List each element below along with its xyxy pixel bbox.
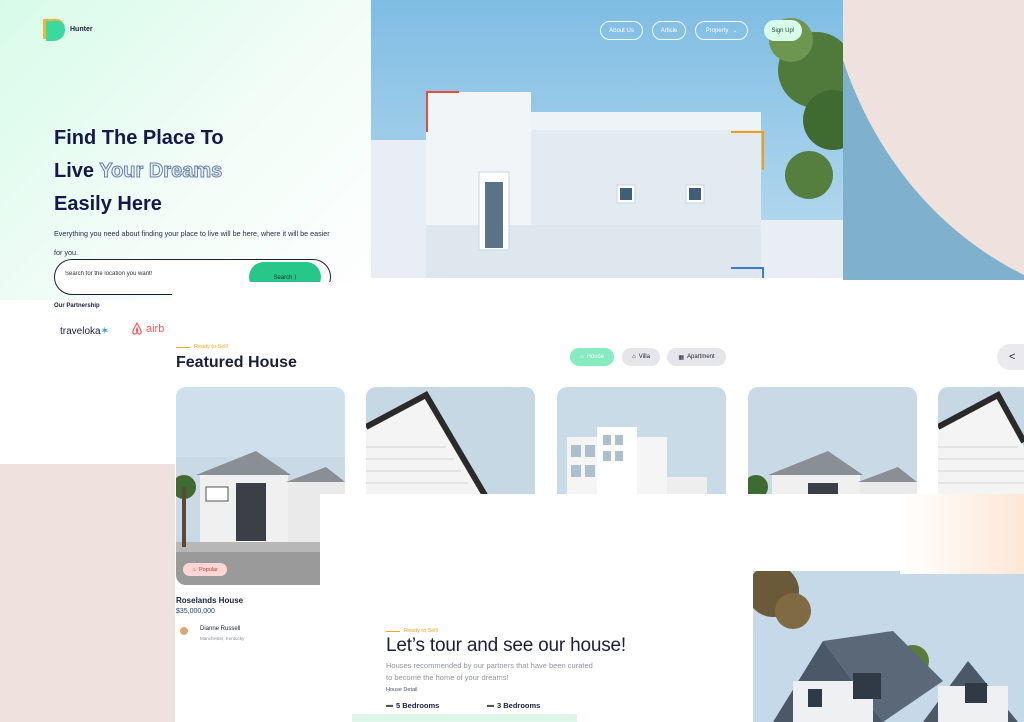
hero-title-line2: Live Your Dreams	[54, 155, 224, 188]
house-icon: ⌂	[580, 354, 584, 360]
hero-description: Everything you need about finding your p…	[54, 229, 330, 257]
tour-description: Houses recommended by our partners that …	[386, 661, 593, 682]
signup-button[interactable]: Sign Up!	[764, 20, 802, 41]
bedrooms-detail: ▬ 5 Bedrooms	[386, 701, 439, 710]
star-icon: ✶	[100, 326, 109, 337]
agent-location: Manchester, Kentucky	[200, 636, 245, 641]
tab-villa-label: Villa	[638, 354, 650, 360]
decor-blue-arc	[843, 60, 1024, 280]
tab-house-label: House	[586, 354, 604, 360]
nav-about-us[interactable]: About Us	[600, 21, 643, 40]
fire-icon: ♨	[192, 566, 197, 573]
featured-title: Featured House	[176, 354, 297, 371]
bed-icon: ▬	[487, 702, 494, 709]
partner-airbnb-label: airb	[146, 323, 165, 335]
house-card-image[interactable]	[938, 387, 1024, 497]
house-card-name[interactable]: Roselands House	[176, 596, 243, 605]
nav-about-us-label: About Us	[609, 27, 634, 34]
agent-avatar	[180, 627, 188, 635]
brand-name[interactable]: Hunter	[70, 26, 93, 33]
chevron-down-icon: ⌄	[732, 28, 738, 34]
partner-traveloka-label: traveloka	[60, 326, 101, 337]
house-card-price: $35,000,000	[176, 608, 215, 615]
nav-property[interactable]: Property ⌄	[695, 21, 748, 40]
decor-peach-gradient	[900, 494, 1024, 574]
bed-icon: ▬	[386, 702, 393, 709]
featured-eyebrow: Ready to Sell!	[176, 344, 228, 350]
partner-traveloka-logo: traveloka✶	[60, 326, 109, 337]
popular-badge: ♨ Popular	[183, 563, 227, 576]
airbnb-icon	[132, 322, 142, 335]
villa-icon: ⌂	[632, 354, 636, 360]
tab-villa[interactable]: ⌂ Villa	[622, 348, 660, 366]
nav-article[interactable]: Article	[652, 21, 686, 40]
bedrooms-label: 3 Bedrooms	[497, 701, 541, 710]
tour-eyebrow-label: Ready to Sell!	[404, 628, 439, 634]
tab-house[interactable]: ⌂ House	[570, 348, 614, 366]
hero-image	[371, 0, 843, 278]
partner-airbnb-logo: airb	[130, 322, 172, 336]
tour-eyebrow: Ready to Sell!	[386, 628, 438, 634]
nav-article-label: Article	[660, 27, 678, 34]
house-card-image[interactable]	[366, 387, 535, 497]
tour-house-image	[753, 571, 1024, 722]
hero-title: Find The Place To Live Your Dreams Easil…	[54, 122, 224, 221]
featured-eyebrow-label: Ready to Sell!	[194, 344, 229, 350]
tab-apartment-label: Apartment	[686, 354, 715, 360]
hero-title-line2-a: Live	[54, 160, 100, 182]
hero-title-line1: Find The Place To	[54, 127, 224, 149]
carousel-prev-button[interactable]: <	[997, 344, 1024, 370]
tab-apartment[interactable]: ▦ Apartment	[667, 348, 726, 366]
partnership-title: Our Partnership	[54, 303, 100, 309]
house-card-image[interactable]	[748, 387, 917, 497]
decor-pink-block	[0, 464, 175, 722]
hero-title-highlight: Your Dreams	[99, 160, 223, 183]
agent-name: Dianne Russell	[200, 626, 241, 632]
bedrooms-detail: ▬ 3 Bedrooms	[487, 701, 540, 710]
decor-mint-strip	[352, 714, 577, 722]
panel-overlap	[172, 282, 372, 322]
apartment-icon: ▦	[678, 354, 684, 361]
tour-title: Let’s tour and see our house!	[386, 635, 626, 656]
popular-badge-label: Popular	[198, 566, 218, 573]
logo-icon[interactable]	[40, 17, 66, 42]
bedrooms-label: 5 Bedrooms	[396, 701, 440, 710]
hero-title-line3: Easily Here	[54, 193, 162, 215]
house-detail-label: House Detail	[386, 687, 418, 693]
search-input[interactable]	[65, 271, 245, 277]
house-card-image[interactable]	[557, 387, 726, 497]
nav-property-label: Property	[705, 27, 729, 34]
